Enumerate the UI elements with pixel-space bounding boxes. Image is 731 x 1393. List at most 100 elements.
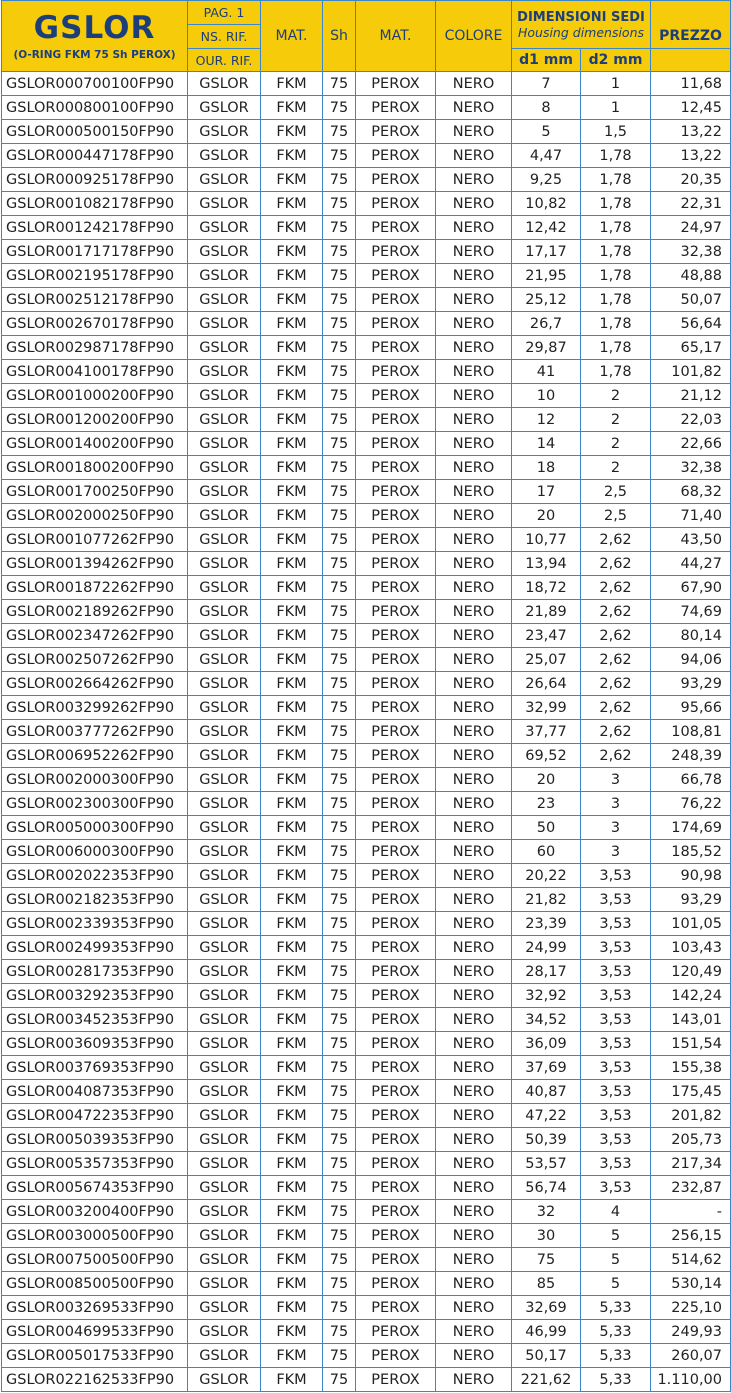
d1-cell: 46,99 <box>511 1319 581 1344</box>
colore-cell: NERO <box>435 503 512 528</box>
sh-cell: 75 <box>322 1223 356 1248</box>
mat-cell: FKM <box>260 623 323 648</box>
prezzo-cell: 56,64 <box>650 311 731 336</box>
table-row: GSLOR005039353FP90 GSLOR FKM 75 PEROX NERO 50,… <box>1 1127 731 1152</box>
d1-cell: 14 <box>511 431 581 456</box>
code-cell: GSLOR001872262FP90 <box>1 575 188 600</box>
mat-type-cell: PEROX <box>355 1079 436 1104</box>
colore-cell: NERO <box>435 1127 512 1152</box>
colore-cell: NERO <box>435 743 512 768</box>
d2-cell: 5,33 <box>579 1343 652 1368</box>
d1-cell: 21,95 <box>511 263 581 288</box>
table-row: GSLOR003769353FP90 GSLOR FKM 75 PEROX NERO 37,… <box>1 1055 731 1080</box>
ref-cell: GSLOR <box>187 263 261 288</box>
sh-cell: 75 <box>322 839 356 864</box>
mat-type-cell: PEROX <box>355 1151 436 1176</box>
mat-cell: FKM <box>260 335 323 360</box>
mat-cell: FKM <box>260 311 323 336</box>
mat-cell: FKM <box>260 143 323 168</box>
mat-cell: FKM <box>260 1031 323 1056</box>
d1-cell: 37,69 <box>511 1055 581 1080</box>
ref-cell: GSLOR <box>187 815 261 840</box>
colore-cell: NERO <box>435 1175 512 1200</box>
sh-cell: 75 <box>322 263 356 288</box>
prezzo-cell: 13,22 <box>650 143 731 168</box>
colore-cell: NERO <box>435 911 512 936</box>
mat-cell: FKM <box>260 911 323 936</box>
mat-cell: FKM <box>260 359 323 384</box>
ref-cell: GSLOR <box>187 1319 261 1344</box>
d1-cell: 34,52 <box>511 1007 581 1032</box>
table-row: GSLOR002499353FP90 GSLOR FKM 75 PEROX NERO 24,… <box>1 935 731 960</box>
d2-cell: 3,53 <box>579 1103 652 1128</box>
sh-cell: 75 <box>322 1079 356 1104</box>
mat-cell: FKM <box>260 1079 323 1104</box>
ref-cell: GSLOR <box>187 959 261 984</box>
sh-cell: 75 <box>322 119 356 144</box>
ref-cell: GSLOR <box>187 527 261 552</box>
ref-cell: GSLOR <box>187 1343 261 1368</box>
mat-type-cell: PEROX <box>355 503 436 528</box>
sh-cell: 75 <box>322 1007 356 1032</box>
mat-cell: FKM <box>260 767 323 792</box>
d1-cell: 21,89 <box>511 599 581 624</box>
ref-cell: GSLOR <box>187 1127 261 1152</box>
d2-cell: 5,33 <box>579 1319 652 1344</box>
ref-cell: GSLOR <box>187 1367 261 1392</box>
ref-cell: GSLOR <box>187 1295 261 1320</box>
col-header-sh: Sh <box>322 0 356 72</box>
table-row: GSLOR002000300FP90 GSLOR FKM 75 PEROX NERO 20 3… <box>1 767 731 792</box>
prezzo-cell: 249,93 <box>650 1319 731 1344</box>
ref-cell: GSLOR <box>187 1175 261 1200</box>
d2-cell: 1 <box>579 71 652 96</box>
table-row: GSLOR001000200FP90 GSLOR FKM 75 PEROX NERO 10 2… <box>1 383 731 408</box>
mat-type-cell: PEROX <box>355 959 436 984</box>
d2-cell: 3 <box>579 791 652 816</box>
code-cell: GSLOR002817353FP90 <box>1 959 188 984</box>
colore-cell: NERO <box>435 239 512 264</box>
code-cell: GSLOR001400200FP90 <box>1 431 188 456</box>
colore-cell: NERO <box>435 1223 512 1248</box>
mat-cell: FKM <box>260 1175 323 1200</box>
col-header-colore: COLORE <box>435 0 512 72</box>
sh-cell: 75 <box>322 935 356 960</box>
d1-cell: 53,57 <box>511 1151 581 1176</box>
table-row: GSLOR007500500FP90 GSLOR FKM 75 PEROX NERO 75 5… <box>1 1247 731 1272</box>
d1-cell: 4,47 <box>511 143 581 168</box>
code-cell: GSLOR002987178FP90 <box>1 335 188 360</box>
table-row: GSLOR005357353FP90 GSLOR FKM 75 PEROX NERO 53,… <box>1 1151 731 1176</box>
mat-cell: FKM <box>260 1343 323 1368</box>
d1-cell: 32,99 <box>511 695 581 720</box>
colore-cell: NERO <box>435 1031 512 1056</box>
mat-cell: FKM <box>260 167 323 192</box>
mat-type-cell: PEROX <box>355 1319 436 1344</box>
table-row: GSLOR000500150FP90 GSLOR FKM 75 PEROX NERO 5 1,… <box>1 119 731 144</box>
mat-type-cell: PEROX <box>355 1103 436 1128</box>
colore-cell: NERO <box>435 143 512 168</box>
mat-cell: FKM <box>260 1223 323 1248</box>
ref-cell: GSLOR <box>187 1151 261 1176</box>
mat-cell: FKM <box>260 791 323 816</box>
colore-cell: NERO <box>435 839 512 864</box>
d2-cell: 3,53 <box>579 1007 652 1032</box>
code-cell: GSLOR002339353FP90 <box>1 911 188 936</box>
prezzo-cell: 50,07 <box>650 287 731 312</box>
code-cell: GSLOR004100178FP90 <box>1 359 188 384</box>
d1-cell: 12,42 <box>511 215 581 240</box>
d2-cell: 1,78 <box>579 359 652 384</box>
d2-cell: 1,78 <box>579 263 652 288</box>
d1-cell: 26,7 <box>511 311 581 336</box>
code-cell: GSLOR005017533FP90 <box>1 1343 188 1368</box>
prezzo-cell: 48,88 <box>650 263 731 288</box>
table-row: GSLOR001077262FP90 GSLOR FKM 75 PEROX NERO 10,… <box>1 527 731 552</box>
d2-cell: 3,53 <box>579 1055 652 1080</box>
ref-cell: GSLOR <box>187 791 261 816</box>
mat-cell: FKM <box>260 671 323 696</box>
d2-cell: 5,33 <box>579 1367 652 1392</box>
mat-cell: FKM <box>260 887 323 912</box>
table-header: GSLOR (O-RING FKM 75 Sh PEROX) PAG. 1 MA… <box>1 0 731 72</box>
code-cell: GSLOR008500500FP90 <box>1 1271 188 1296</box>
d1-cell: 20 <box>511 503 581 528</box>
table-row: GSLOR000925178FP90 GSLOR FKM 75 PEROX NERO 9,2… <box>1 167 731 192</box>
d1-cell: 50 <box>511 815 581 840</box>
